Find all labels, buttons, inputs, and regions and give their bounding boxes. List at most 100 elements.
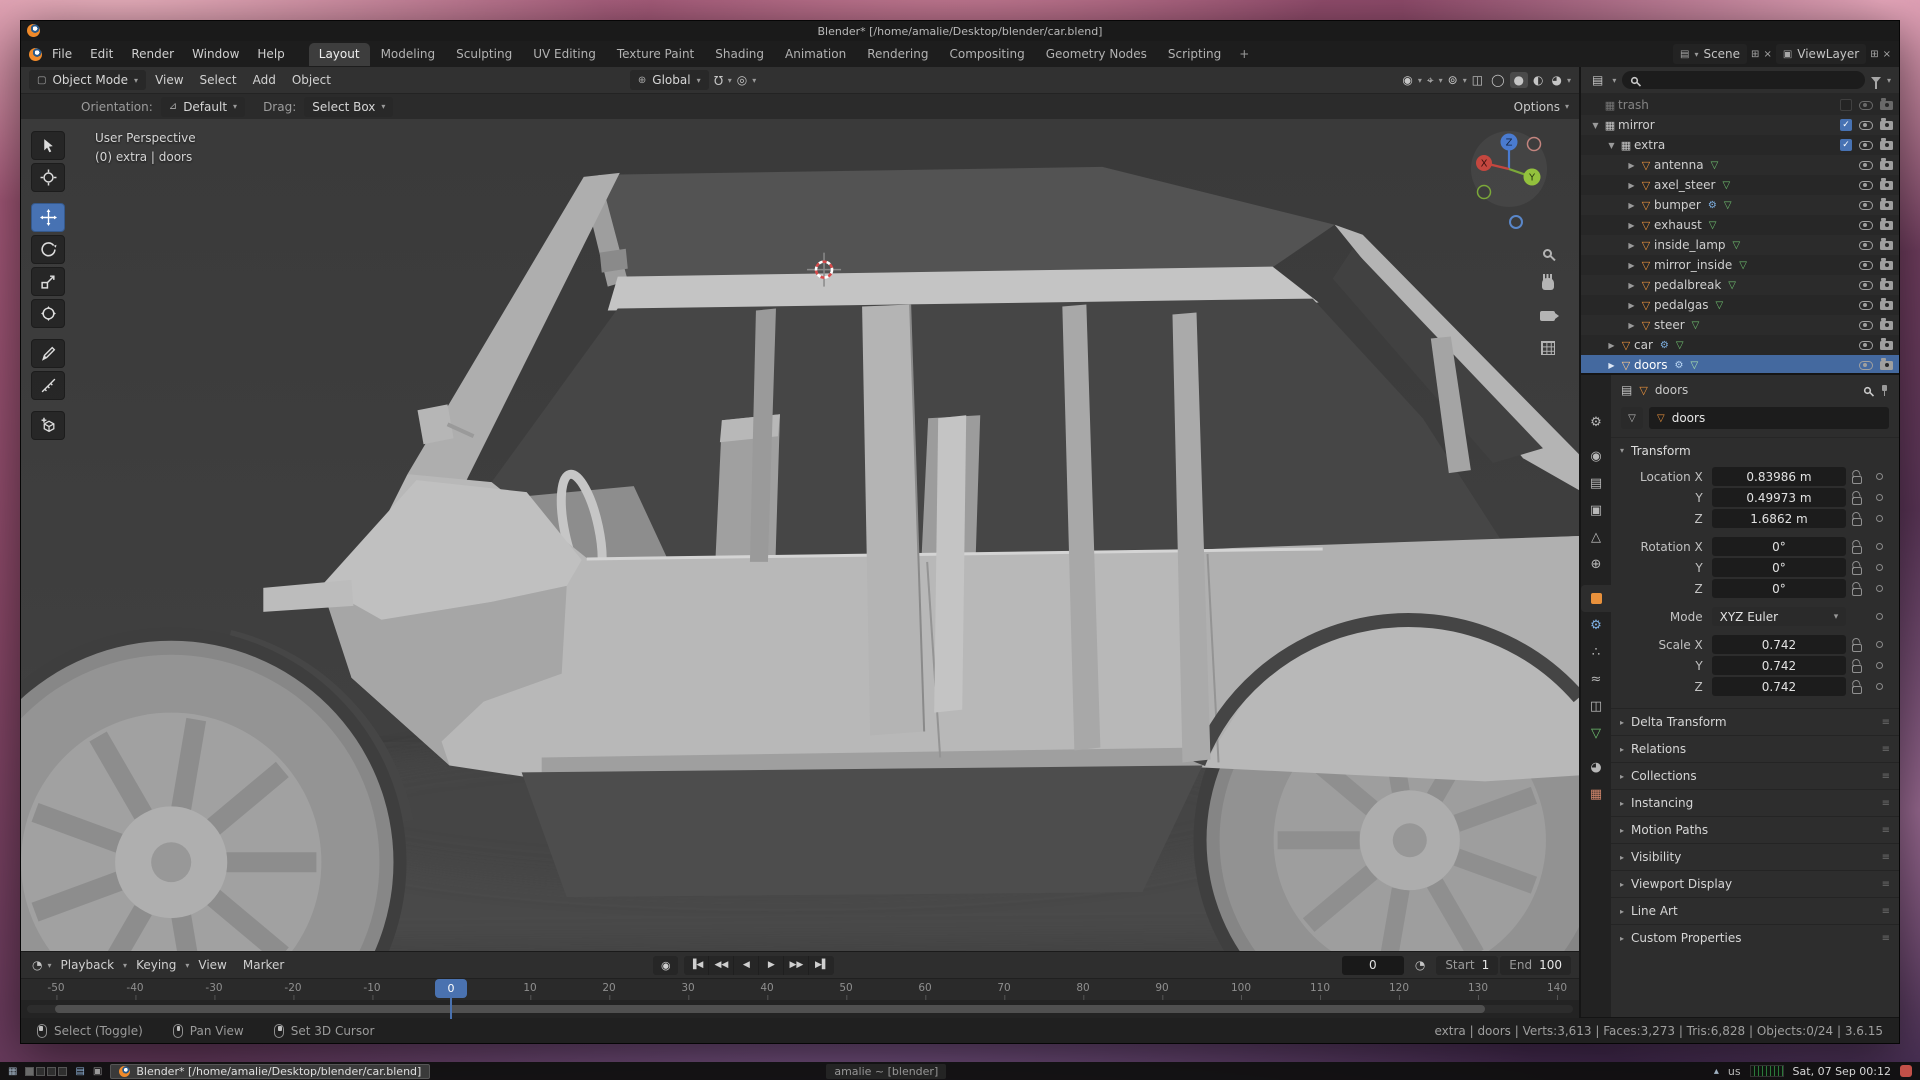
- tab-texture[interactable]: ▦: [1581, 781, 1611, 808]
- rotation-x-field[interactable]: 0°: [1712, 537, 1846, 556]
- tab-view-layer[interactable]: ▣: [1581, 497, 1611, 524]
- hide-eye-icon[interactable]: [1859, 181, 1873, 190]
- breadcrumb-object-name[interactable]: doors: [1655, 383, 1689, 397]
- shading-solid-icon[interactable]: ●: [1510, 72, 1528, 88]
- lock-icon[interactable]: [1846, 512, 1868, 526]
- menu-object[interactable]: Object: [285, 70, 338, 90]
- decorator-dot[interactable]: [1869, 585, 1891, 592]
- hide-eye-icon[interactable]: [1859, 321, 1873, 330]
- panel-visibility[interactable]: ▸ Visibility ≡: [1611, 843, 1899, 870]
- tool-rotate[interactable]: [31, 235, 65, 264]
- rotation-z-field[interactable]: 0°: [1712, 579, 1846, 598]
- viewport-canvas[interactable]: [21, 119, 1579, 951]
- scale-z-field[interactable]: 0.742: [1712, 677, 1846, 696]
- tab-layout[interactable]: Layout: [309, 43, 370, 66]
- mode-dropdown[interactable]: ▢ Object Mode ▾: [29, 70, 146, 90]
- chevron-down-icon[interactable]: ▾: [728, 76, 732, 85]
- disclosure-icon[interactable]: ▶: [1625, 241, 1638, 250]
- tab-output[interactable]: ▤: [1581, 470, 1611, 497]
- pan-hand-icon[interactable]: [1542, 278, 1554, 293]
- lock-icon[interactable]: [1846, 470, 1868, 484]
- new-view-layer-icon[interactable]: ⊞: [1870, 49, 1878, 60]
- window-titlebar[interactable]: Blender* [/home/amalie/Desktop/blender/c…: [21, 21, 1899, 41]
- outliner-row-mirror-inside[interactable]: ▶ ▽ mirror_inside ▽: [1581, 255, 1899, 275]
- tab-texture-paint[interactable]: Texture Paint: [607, 43, 704, 66]
- panel-collections[interactable]: ▸ Collections ≡: [1611, 762, 1899, 789]
- hide-eye-icon[interactable]: [1859, 161, 1873, 170]
- tab-constraints[interactable]: ◫: [1581, 693, 1611, 720]
- chevron-down-icon[interactable]: ▾: [1439, 76, 1443, 85]
- playhead[interactable]: 0: [435, 979, 467, 998]
- xray-toggle-icon[interactable]: ◫: [1469, 73, 1486, 87]
- shading-rendered-icon[interactable]: ◕: [1549, 73, 1565, 87]
- view-layer-selector[interactable]: ▣ ViewLayer: [1776, 44, 1866, 64]
- zoom-icon[interactable]: [1543, 247, 1552, 261]
- tool-transform[interactable]: [31, 299, 65, 328]
- tab-uv-editing[interactable]: UV Editing: [523, 43, 606, 66]
- menu-edit[interactable]: Edit: [82, 44, 121, 64]
- decorator-dot[interactable]: [1869, 473, 1891, 480]
- panel-line-art[interactable]: ▸ Line Art ≡: [1611, 897, 1899, 924]
- shading-material-icon[interactable]: ◐: [1530, 73, 1546, 87]
- outliner-row-antenna[interactable]: ▶ ▽ antenna ▽: [1581, 155, 1899, 175]
- panel-motion-paths[interactable]: ▸ Motion Paths ≡: [1611, 816, 1899, 843]
- outliner-row-mirror[interactable]: ▼ ▦ mirror ✓: [1581, 115, 1899, 135]
- hide-eye-icon[interactable]: [1859, 281, 1873, 290]
- object-type-visibility-icon[interactable]: ◉: [1399, 73, 1415, 87]
- tab-material[interactable]: ◕: [1581, 754, 1611, 781]
- tab-scripting[interactable]: Scripting: [1158, 43, 1231, 66]
- file-manager-icon[interactable]: ▤: [75, 1066, 84, 1077]
- render-camera-icon[interactable]: [1880, 341, 1893, 350]
- blender-menu-icon[interactable]: [29, 48, 42, 61]
- timeline-scrollbar[interactable]: [55, 1005, 1485, 1013]
- tab-modifiers[interactable]: ⚙: [1581, 612, 1611, 639]
- menu-select[interactable]: Select: [193, 70, 244, 90]
- location-x-field[interactable]: 0.83986 m: [1712, 467, 1846, 486]
- timeline-editor-icon[interactable]: ◔: [29, 958, 45, 972]
- snap-magnet-icon[interactable]: Ω: [711, 73, 726, 87]
- navigation-gizmo[interactable]: Z X Y: [1469, 129, 1549, 209]
- chevron-down-icon[interactable]: ▾: [752, 76, 756, 85]
- ortho-grid-icon[interactable]: [1541, 341, 1555, 358]
- lock-icon[interactable]: [1846, 491, 1868, 505]
- show-gizmo-icon[interactable]: ⌖: [1424, 73, 1437, 88]
- drag-setting-dropdown[interactable]: Select Box ▾: [304, 97, 393, 117]
- panel-relations[interactable]: ▸ Relations ≡: [1611, 735, 1899, 762]
- keyboard-layout-indicator[interactable]: us: [1728, 1065, 1741, 1078]
- render-camera-icon[interactable]: [1880, 161, 1893, 170]
- tab-sculpting[interactable]: Sculpting: [446, 43, 522, 66]
- tab-object[interactable]: [1581, 585, 1611, 612]
- render-camera-icon[interactable]: [1880, 281, 1893, 290]
- rotation-mode-dropdown[interactable]: XYZ Euler: [1712, 607, 1847, 626]
- menu-keying[interactable]: Keying: [129, 955, 183, 975]
- play-reverse-button[interactable]: ◀: [734, 956, 759, 975]
- disclosure-icon[interactable]: ▶: [1625, 261, 1638, 270]
- disclosure-icon[interactable]: ▶: [1605, 341, 1618, 350]
- outliner-row-pedalgas[interactable]: ▶ ▽ pedalgas ▽: [1581, 295, 1899, 315]
- auto-keying-button[interactable]: ◉: [653, 956, 678, 975]
- tool-move[interactable]: [31, 203, 65, 232]
- close-view-layer-icon[interactable]: ×: [1883, 49, 1891, 60]
- panel-instancing[interactable]: ▸ Instancing ≡: [1611, 789, 1899, 816]
- app-launcher-icon[interactable]: ▦: [8, 1066, 17, 1077]
- render-camera-icon[interactable]: [1880, 241, 1893, 250]
- pin-icon[interactable]: [1879, 385, 1889, 396]
- tab-world[interactable]: ⊕: [1581, 551, 1611, 578]
- menu-tl-view[interactable]: View: [191, 955, 233, 975]
- tab-compositing[interactable]: Compositing: [939, 43, 1034, 66]
- next-keyframe-button[interactable]: ▶▶: [784, 956, 809, 975]
- tray-arrow-icon[interactable]: ▴: [1714, 1066, 1719, 1077]
- panel-delta-transform[interactable]: ▸ Delta Transform ≡: [1611, 708, 1899, 735]
- decorator-dot[interactable]: [1869, 515, 1891, 522]
- chevron-down-icon[interactable]: ▾: [1612, 76, 1616, 85]
- id-type-button[interactable]: ▽: [1621, 407, 1643, 429]
- hide-eye-icon[interactable]: [1859, 141, 1873, 150]
- outliner-row-axel-steer[interactable]: ▶ ▽ axel_steer ▽: [1581, 175, 1899, 195]
- outliner-search-input[interactable]: [1622, 71, 1865, 89]
- panel-custom-properties[interactable]: ▸ Custom Properties ≡: [1611, 924, 1899, 951]
- tab-geometry-nodes[interactable]: Geometry Nodes: [1036, 43, 1157, 66]
- disclosure-icon[interactable]: ▶: [1605, 361, 1618, 370]
- play-button[interactable]: ▶: [759, 956, 784, 975]
- render-camera-icon[interactable]: [1880, 181, 1893, 190]
- menu-render[interactable]: Render: [123, 44, 182, 64]
